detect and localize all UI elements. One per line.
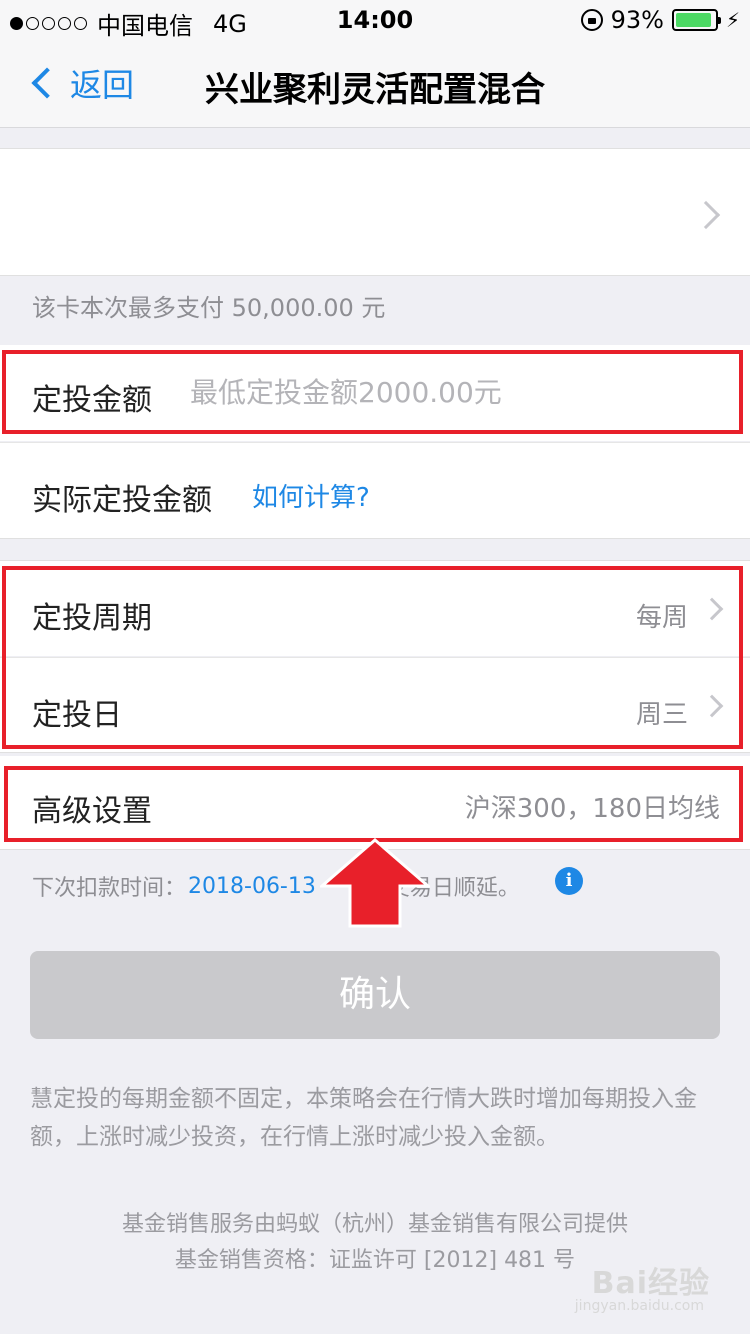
payment-card-selector[interactable]: [0, 148, 750, 276]
baidu-watermark-logo: Bai经验: [591, 1266, 710, 1301]
highlight-box-schedule: [2, 566, 743, 749]
battery-icon: [671, 9, 721, 31]
battery-percent: 93%: [610, 6, 664, 34]
chevron-right-icon: [691, 200, 721, 230]
next-deduction-prefix: 下次扣款时间：: [32, 876, 187, 901]
info-icon[interactable]: i: [555, 867, 583, 895]
status-right: 93% ⚡: [580, 6, 740, 34]
actual-amount-row: 实际定投金额 如何计算?: [0, 442, 750, 539]
nav-bar: 返回 兴业聚利灵活配置混合: [0, 40, 750, 128]
next-deduction-date: 2018-06-13: [188, 873, 316, 899]
actual-amount-label: 实际定投金额: [32, 483, 212, 518]
rotation-lock-icon: [580, 9, 603, 31]
payment-limit-note: 该卡本次最多支付 50,000.00 元: [32, 294, 386, 322]
highlight-box-advanced: [4, 766, 743, 842]
baidu-watermark-url: jingyan.baidu.com: [574, 1298, 704, 1314]
next-deduction-note: 下次扣款时间： 2018-06-13 交易日顺延。: [32, 870, 520, 902]
highlight-box-amount: [2, 350, 743, 434]
strategy-description: 慧定投的每期金额不固定，本策略会在行情大跌时增加每期投入金额，上涨时减少投资，在…: [30, 1086, 697, 1150]
how-to-calculate-link[interactable]: 如何计算?: [252, 477, 370, 514]
page-title: 兴业聚利灵活配置混合: [205, 70, 545, 110]
charging-icon: ⚡: [725, 8, 740, 32]
red-arrow-up-icon: [320, 838, 430, 928]
confirm-button[interactable]: 确认: [30, 951, 720, 1039]
status-bar: 中国电信 4G 14:00 93% ⚡: [0, 0, 750, 40]
footer-provider: 基金销售服务由蚂蚁（杭州）基金销售有限公司提供: [121, 1212, 628, 1237]
